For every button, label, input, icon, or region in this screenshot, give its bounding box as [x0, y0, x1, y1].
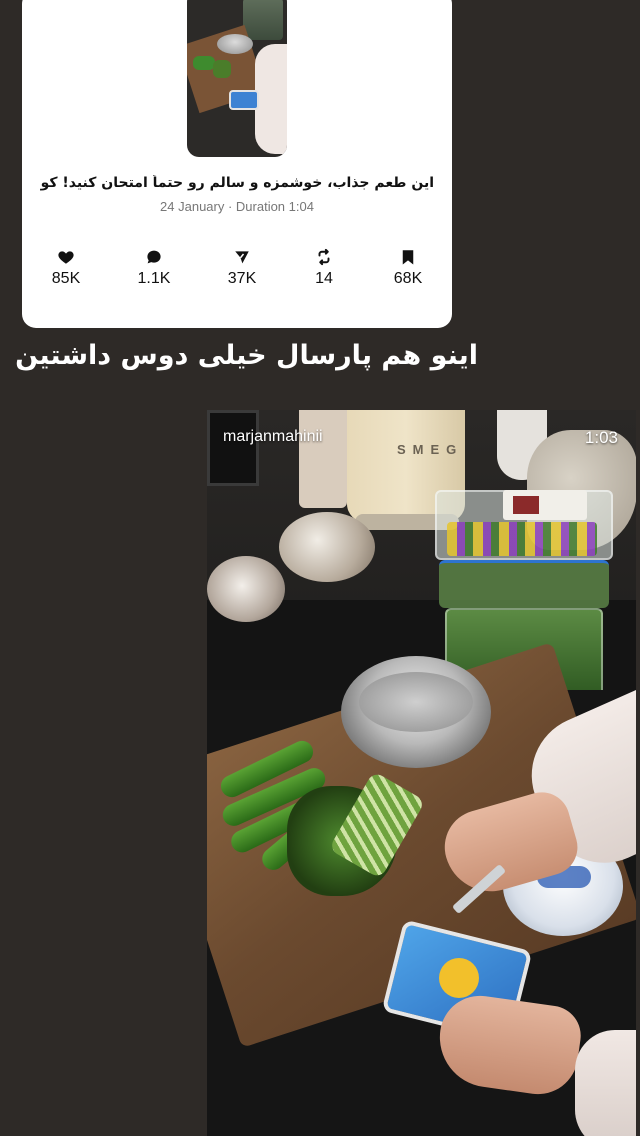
likes-count: 85K — [51, 270, 81, 287]
post-meta: 24 January · Duration 1:04 — [160, 199, 314, 214]
comments-stat[interactable]: 1.1K — [114, 248, 194, 288]
video-username[interactable]: marjanmahinii — [223, 428, 323, 446]
repost-icon — [318, 248, 330, 266]
shares-count: 37K — [227, 270, 257, 287]
post-card[interactable]: این طعم جذاب، خوشمزه و سالم رو حتماً امت… — [22, 0, 452, 328]
video-thumbnail[interactable] — [187, 0, 287, 157]
toaster-logo: SMEG — [397, 442, 464, 457]
reposts-stat[interactable]: 14 — [284, 248, 364, 288]
saves-stat[interactable]: 68K — [368, 248, 448, 288]
likes-stat[interactable]: 85K — [26, 248, 106, 288]
comments-count: 1.1K — [137, 270, 171, 287]
story-caption: اینو هم پارسال خیلی دوس داشتین — [15, 340, 478, 371]
send-icon — [235, 251, 249, 264]
heart-icon — [58, 251, 74, 264]
video-timestamp: 1:03 — [584, 428, 618, 447]
shares-stat[interactable]: 37K — [202, 248, 282, 288]
reposts-count: 14 — [315, 270, 333, 287]
saves-count: 68K — [393, 270, 423, 287]
bookmark-icon — [402, 250, 414, 265]
post-title[interactable]: این طعم جذاب، خوشمزه و سالم رو حتماً امت… — [40, 175, 434, 191]
stats-row: 85K 1.1K 37K 14 68K — [22, 248, 452, 298]
video-player[interactable]: SMEG marjanmahinii 1:03 — [207, 410, 636, 1136]
comment-icon — [147, 250, 161, 264]
